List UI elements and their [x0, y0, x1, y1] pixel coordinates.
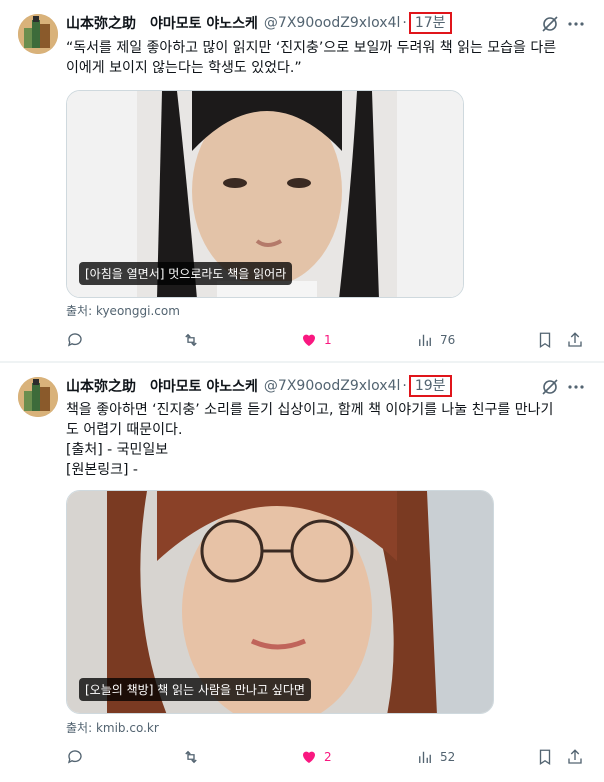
tweet-text-line: [출처] - 국민일보	[66, 442, 169, 458]
card-title: [오늘의 책방] 책 읽는 사람을 만나고 싶다면	[79, 678, 311, 701]
views-count: 52	[440, 750, 456, 764]
share-button[interactable]	[566, 745, 584, 769]
bookmark-icon	[539, 749, 551, 766]
tweet-text-line: 도 어렵기 때문이다.	[66, 422, 183, 438]
retweet-button[interactable]	[182, 745, 206, 769]
tweet-text-line: 책을 좋아하면 ‘진지충’ 소리를 듣기 십상이고, 함께 책 이야기를 나눌 …	[66, 402, 554, 418]
link-card-image[interactable]: [오늘의 책방] 책 읽는 사람을 만나고 싶다면	[66, 490, 494, 714]
author-name[interactable]: 山本弥之助 야마모토 야노스케	[66, 376, 258, 396]
views-button[interactable]: 52	[416, 745, 455, 769]
more-options-icon[interactable]	[566, 377, 586, 397]
retweet-icon	[185, 750, 197, 764]
share-icon	[568, 749, 582, 764]
timestamp[interactable]: 19분	[408, 375, 452, 397]
like-button[interactable]: 2	[300, 745, 332, 769]
reply-icon	[67, 750, 82, 764]
grok-icon[interactable]	[540, 377, 560, 397]
reply-button[interactable]	[66, 745, 90, 769]
heart-icon	[303, 751, 315, 763]
card-source[interactable]: 출처: kmib.co.kr	[66, 719, 159, 736]
bookmark-button[interactable]	[536, 745, 554, 769]
avatar[interactable]	[18, 377, 58, 417]
action-bar: 2 52	[66, 745, 590, 769]
tweet[interactable]: 山本弥之助 야마모토 야노스케 @7X90oodZ9xIox4l · 19분 책…	[0, 0, 604, 782]
author-handle[interactable]: @7X90oodZ9xIox4l	[264, 378, 400, 394]
views-chart-icon	[419, 751, 431, 763]
tweet-text: 책을 좋아하면 ‘진지충’ 소리를 듣기 십상이고, 함께 책 이야기를 나눌 …	[66, 400, 586, 480]
tweet-text-line: [원본링크] -	[66, 462, 138, 478]
separator-dot: ·	[402, 378, 407, 394]
like-count: 2	[324, 750, 332, 764]
